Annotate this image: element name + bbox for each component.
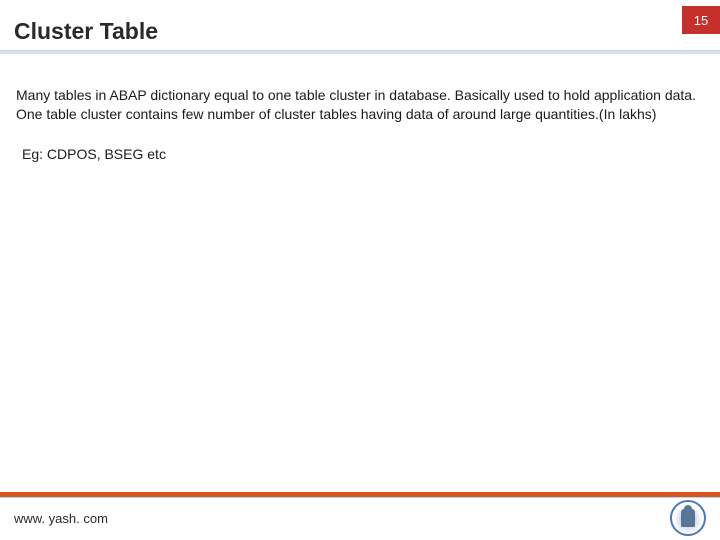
page-number-badge: 15 [682,6,720,34]
content-area: Many tables in ABAP dictionary equal to … [0,54,720,162]
footer: www. yash. com [0,492,720,540]
page-number: 15 [694,13,708,28]
header: Cluster Table 15 [0,0,720,54]
title-underline [0,50,720,54]
footer-divider [0,492,720,497]
slide-title: Cluster Table [14,18,158,45]
logo-graphic [681,509,695,527]
example-line: Eg: CDPOS, BSEG etc [16,146,698,162]
footer-url: www. yash. com [14,511,108,526]
brand-logo-icon [670,500,706,536]
body-paragraph: Many tables in ABAP dictionary equal to … [16,86,698,124]
